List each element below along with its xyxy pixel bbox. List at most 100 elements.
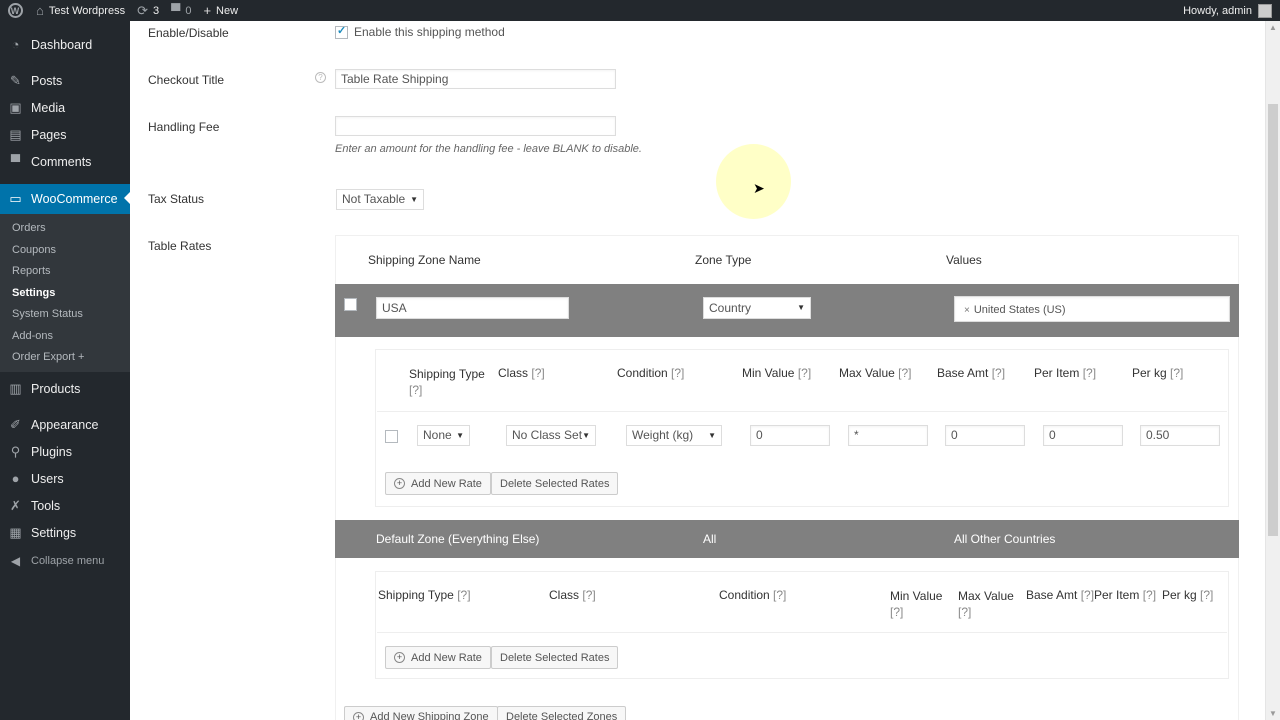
vertical-scrollbar[interactable]: ▲ ▼ (1265, 21, 1280, 720)
woocommerce-submenu: Orders Coupons Reports Settings System S… (0, 214, 130, 372)
scrollbar-thumb[interactable] (1268, 104, 1278, 536)
sidebar-item-settings[interactable]: ▦ Settings (0, 519, 130, 546)
sidebar-item-products[interactable]: ▥ Products (0, 375, 130, 402)
zone-select-checkbox[interactable] (344, 298, 357, 311)
new-label: New (216, 4, 239, 17)
updates-link[interactable]: ⟳ 3 (131, 0, 165, 21)
admin-sidebar: ◔ Dashboard ✎ Posts ▣ Media ▤ Pages ▀ Co… (0, 21, 130, 720)
site-name-link[interactable]: ⌂ Test Wordpress (30, 0, 131, 21)
delete-selected-rates-button[interactable]: Delete Selected Rates (491, 472, 619, 495)
rate-header-shipping-type: Shipping Type [?] (378, 588, 471, 602)
collapse-menu-label: Collapse menu (31, 554, 105, 567)
zone-name-input[interactable]: USA (376, 297, 569, 319)
avatar (1258, 3, 1272, 18)
help-tip-icon[interactable]: ? (315, 72, 326, 83)
rate-class-select[interactable]: No Class Set ▼ (506, 425, 596, 446)
enable-shipping-checkbox-label: Enable this shipping method (354, 25, 505, 39)
plus-icon: + (203, 3, 212, 18)
rate-shipping-type-value: None (423, 428, 452, 442)
chevron-down-icon: ▼ (708, 431, 716, 440)
sidebar-item-posts[interactable]: ✎ Posts (0, 67, 130, 94)
delete-selected-rates-label: Delete Selected Rates (500, 651, 610, 664)
rate-max-value-input[interactable]: * (848, 425, 928, 446)
scroll-down-arrow-icon[interactable]: ▼ (1269, 709, 1277, 718)
sidebar-item-dashboard[interactable]: ◔ Dashboard (0, 31, 130, 58)
rate-base-amt-input[interactable]: 0 (945, 425, 1025, 446)
zone-type-select[interactable]: Country ▼ (703, 297, 811, 319)
main-content: Enable/Disable Enable this shipping meth… (130, 21, 1265, 720)
sidebar-item-appearance[interactable]: ✐ Appearance (0, 411, 130, 438)
add-new-rate-label: Add New Rate (411, 477, 482, 490)
new-content-link[interactable]: + New (197, 0, 244, 21)
add-new-rate-button[interactable]: + Add New Rate (385, 646, 491, 669)
mouse-cursor-icon: ➤ (753, 180, 765, 196)
rate-min-value-input[interactable]: 0 (750, 425, 830, 446)
rate-per-item-input[interactable]: 0 (1043, 425, 1123, 446)
plus-circle-icon: + (353, 711, 364, 720)
rate-condition-value: Weight (kg) (632, 428, 694, 442)
rate-per-kg-input[interactable]: 0.50 (1140, 425, 1220, 446)
checkout-title-label: Checkout Title (148, 73, 225, 87)
handling-fee-input[interactable] (335, 116, 616, 136)
plug-icon: ⚲ (10, 443, 21, 459)
sidebar-item-plugins[interactable]: ⚲ Plugins (0, 438, 130, 465)
rate-header-min-value: Min Value [?] (742, 366, 812, 380)
comment-bubble-icon: ▀ (171, 3, 181, 18)
sidebar-item-label: Media (31, 100, 66, 115)
enable-shipping-checkbox[interactable] (335, 24, 348, 39)
rate-header-max-value: Max Value [?] (958, 589, 1014, 619)
rate-condition-select[interactable]: Weight (kg) ▼ (626, 425, 722, 446)
rate-header-per-item: Per Item [?] (1094, 588, 1157, 602)
media-icon: ▣ (9, 99, 22, 115)
submenu-item-orders[interactable]: Orders (12, 222, 46, 234)
submenu-item-settings[interactable]: Settings (12, 287, 55, 299)
rate-select-checkbox[interactable] (385, 430, 398, 443)
sidebar-item-label: WooCommerce (31, 192, 118, 206)
rate-header-condition: Condition [?] (617, 366, 685, 380)
rate-header-shipping-type: Shipping Type [?] (409, 367, 485, 397)
chevron-down-icon: ▼ (582, 431, 590, 440)
chevron-down-icon: ▼ (410, 195, 418, 204)
submenu-item-order-export[interactable]: Order Export + (12, 351, 84, 363)
comments-link[interactable]: ▀ 0 (165, 0, 197, 21)
scroll-up-arrow-icon[interactable]: ▲ (1269, 23, 1277, 32)
submenu-item-reports[interactable]: Reports (12, 265, 51, 277)
submenu-item-add-ons[interactable]: Add-ons (12, 330, 53, 342)
delete-selected-rates-button[interactable]: Delete Selected Rates (491, 646, 619, 669)
add-new-shipping-zone-button[interactable]: + Add New Shipping Zone (344, 706, 498, 720)
delete-selected-zones-label: Delete Selected Zones (506, 711, 618, 720)
zone-values-input[interactable]: × United States (US) (954, 296, 1230, 322)
checkout-title-input[interactable]: Table Rate Shipping (335, 69, 616, 89)
products-icon: ▥ (9, 380, 22, 396)
sidebar-item-label: Comments (31, 154, 92, 169)
add-new-rate-button[interactable]: + Add New Rate (385, 472, 491, 495)
sidebar-item-tools[interactable]: ✗ Tools (0, 492, 130, 519)
tax-status-label: Tax Status (148, 192, 205, 206)
delete-selected-rates-label: Delete Selected Rates (500, 477, 610, 490)
wordpress-logo-icon[interactable]: W (0, 0, 30, 21)
rate-shipping-type-select[interactable]: None ▼ (417, 425, 470, 446)
chevron-down-icon: ▼ (456, 431, 464, 440)
default-zone-name: Default Zone (Everything Else) (376, 532, 540, 546)
settings-icon: ▦ (9, 524, 22, 540)
comments-count: 0 (185, 4, 192, 17)
submenu-item-system-status[interactable]: System Status (12, 308, 83, 320)
delete-selected-zones-button[interactable]: Delete Selected Zones (497, 706, 627, 720)
sidebar-item-comments[interactable]: ▀ Comments (0, 148, 130, 175)
remove-tag-icon[interactable]: × (964, 299, 970, 323)
sidebar-item-pages[interactable]: ▤ Pages (0, 121, 130, 148)
submenu-item-coupons[interactable]: Coupons (12, 244, 56, 256)
updates-icon: ⟳ (137, 2, 148, 18)
default-zone-values: All Other Countries (954, 532, 1056, 546)
table-rates-label: Table Rates (148, 239, 212, 253)
sidebar-item-users[interactable]: ● Users (0, 465, 130, 492)
rate-header-per-item: Per Item [?] (1034, 366, 1097, 380)
sidebar-item-media[interactable]: ▣ Media (0, 94, 130, 121)
sidebar-item-woocommerce[interactable]: ▭ WooCommerce (0, 184, 130, 214)
default-zone-type: All (703, 532, 717, 546)
collapse-menu-button[interactable]: ◀ Collapse menu (0, 547, 130, 574)
zone-row-default: Default Zone (Everything Else) All All O… (335, 520, 1239, 558)
paintbrush-icon: ✐ (10, 416, 21, 432)
account-menu[interactable]: Howdy, admin (1183, 3, 1280, 18)
tax-status-select[interactable]: Not Taxable ▼ (336, 189, 424, 210)
